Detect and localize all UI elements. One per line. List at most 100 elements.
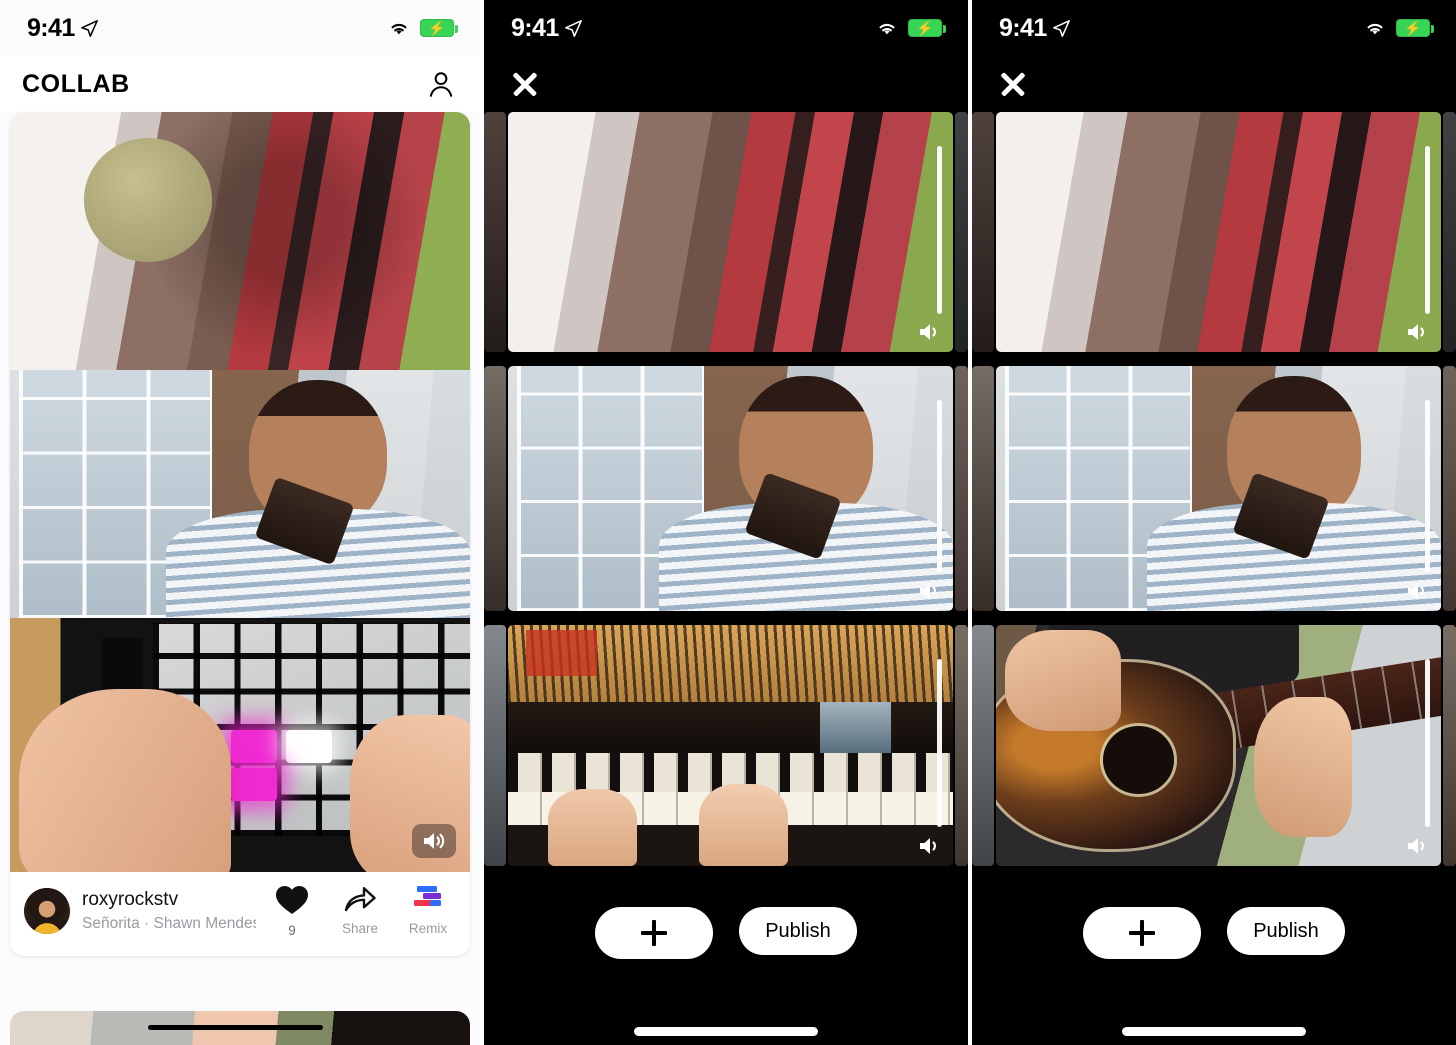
remix-button[interactable]: Remix	[404, 884, 452, 936]
like-count: 9	[288, 923, 296, 938]
status-time: 9:41	[999, 13, 1047, 42]
phone-screen-editor-guitar: 9:41 ⚡ Publish	[972, 0, 1456, 1045]
person-icon[interactable]	[426, 69, 456, 99]
track-slot-list-piano	[484, 112, 968, 873]
speaker-icon[interactable]	[1405, 580, 1431, 602]
status-bar-left: 9:41	[999, 14, 1070, 43]
speaker-icon[interactable]	[917, 835, 943, 857]
speaker-icon[interactable]	[412, 824, 456, 858]
slot-tambourine[interactable]	[484, 112, 968, 359]
wifi-icon	[391, 23, 407, 35]
next-feed-card[interactable]	[10, 1011, 470, 1045]
slot-tambourine[interactable]	[972, 112, 1456, 359]
slot-piano[interactable]	[484, 625, 968, 873]
tambourine-video-frame	[10, 112, 470, 370]
slot-prev-peek[interactable]	[484, 366, 506, 611]
status-bar-editor-piano: 9:41 ⚡	[484, 0, 968, 56]
feed-card-videos	[10, 112, 470, 872]
status-bar-editor-guitar: 9:41 ⚡	[972, 0, 1456, 56]
track-title: Señorita · Shawn Mendes, Camil...	[82, 915, 256, 933]
wifi-icon	[879, 23, 895, 35]
like-button[interactable]: 9	[268, 884, 316, 938]
share-arrow-icon	[344, 887, 376, 912]
slot-prev-peek[interactable]	[972, 366, 994, 611]
location-arrow-icon	[1052, 19, 1070, 37]
status-bar-left: 9:41	[27, 14, 98, 43]
volume-slider[interactable]	[937, 400, 942, 572]
status-time: 9:41	[511, 13, 559, 42]
slot-next-peek[interactable]	[1443, 366, 1456, 611]
username[interactable]: roxyrockstv	[82, 888, 256, 912]
speaker-icon[interactable]	[1405, 321, 1431, 343]
feed-card-actions: 9 Share Remix	[268, 884, 456, 938]
status-bar-right: ⚡	[875, 19, 946, 37]
slot-ocarina[interactable]	[484, 366, 968, 618]
editor-toolbar-piano	[484, 56, 968, 112]
three-phone-screens: 9:41 ⚡ COLLAB roxyrockstv Señorita · Sha…	[0, 0, 1456, 1045]
editor-toolbar-guitar	[972, 56, 1456, 112]
avatar[interactable]	[24, 888, 70, 934]
slot-next-peek[interactable]	[955, 366, 968, 611]
feed-card[interactable]: roxyrockstv Señorita · Shawn Mendes, Cam…	[10, 112, 470, 956]
share-button[interactable]: Share	[336, 884, 384, 936]
volume-slider[interactable]	[937, 658, 942, 828]
slot-piano-frame[interactable]	[508, 625, 953, 866]
feed-card-meta: roxyrockstv Señorita · Shawn Mendes, Cam…	[82, 888, 256, 935]
slot-prev-peek[interactable]	[972, 625, 994, 866]
feed-header: COLLAB	[0, 56, 480, 112]
volume-slider[interactable]	[937, 145, 942, 314]
slot-guitar-frame[interactable]	[996, 625, 1441, 866]
status-bar-right: ⚡	[387, 19, 458, 37]
slot-next-peek[interactable]	[955, 625, 968, 866]
tambourine-video[interactable]	[10, 112, 470, 370]
close-icon[interactable]	[996, 67, 1030, 101]
phone-screen-editor-piano: 9:41 ⚡ Publish	[484, 0, 968, 1045]
ocarina-video-frame	[10, 370, 470, 618]
slot-ocarina[interactable]	[972, 366, 1456, 618]
remix-icon	[414, 886, 441, 906]
editor-actions-piano: Publish	[484, 875, 968, 1045]
volume-slider[interactable]	[1425, 145, 1430, 314]
app-title: COLLAB	[22, 69, 130, 98]
speaker-icon[interactable]	[917, 321, 943, 343]
launchpad-video[interactable]	[10, 618, 470, 872]
editor-actions-guitar: Publish	[972, 875, 1456, 1045]
speaker-icon[interactable]	[1405, 835, 1431, 857]
phone-screen-feed: 9:41 ⚡ COLLAB roxyrockstv Señorita · Sha…	[0, 0, 480, 1045]
slot-ocarina-frame[interactable]	[996, 366, 1441, 611]
status-bar-right: ⚡	[1363, 19, 1434, 37]
slot-guitar[interactable]	[972, 625, 1456, 873]
volume-slider[interactable]	[1425, 658, 1430, 828]
close-icon[interactable]	[508, 67, 542, 101]
status-bar-feed: 9:41 ⚡	[0, 0, 480, 56]
wifi-icon	[1367, 23, 1383, 35]
slot-next-peek[interactable]	[1443, 112, 1456, 352]
remix-label: Remix	[408, 921, 448, 936]
feed-card-footer: roxyrockstv Señorita · Shawn Mendes, Cam…	[10, 872, 470, 956]
location-arrow-icon	[564, 19, 582, 37]
slot-ocarina-frame[interactable]	[508, 366, 953, 611]
speaker-icon[interactable]	[917, 580, 943, 602]
slot-prev-peek[interactable]	[484, 112, 506, 352]
slot-tambourine-frame[interactable]	[996, 112, 1441, 352]
battery-charging-icon: ⚡	[908, 19, 946, 37]
plus-icon	[1129, 920, 1155, 946]
status-bar-left: 9:41	[511, 14, 582, 43]
heart-icon	[276, 886, 308, 914]
home-indicator	[634, 1027, 818, 1036]
publish-button[interactable]: Publish	[1227, 907, 1345, 955]
slot-next-peek[interactable]	[955, 112, 968, 352]
slot-prev-peek[interactable]	[972, 112, 994, 352]
add-track-button[interactable]	[1083, 907, 1201, 959]
slot-tambourine-frame[interactable]	[508, 112, 953, 352]
slot-prev-peek[interactable]	[484, 625, 506, 866]
battery-charging-icon: ⚡	[420, 19, 458, 37]
volume-slider[interactable]	[1425, 400, 1430, 572]
ocarina-video[interactable]	[10, 370, 470, 618]
publish-button[interactable]: Publish	[739, 907, 857, 955]
location-arrow-icon	[80, 19, 98, 37]
battery-charging-icon: ⚡	[1396, 19, 1434, 37]
slot-next-peek[interactable]	[1443, 625, 1456, 866]
add-track-button[interactable]	[595, 907, 713, 959]
home-indicator	[1122, 1027, 1306, 1036]
